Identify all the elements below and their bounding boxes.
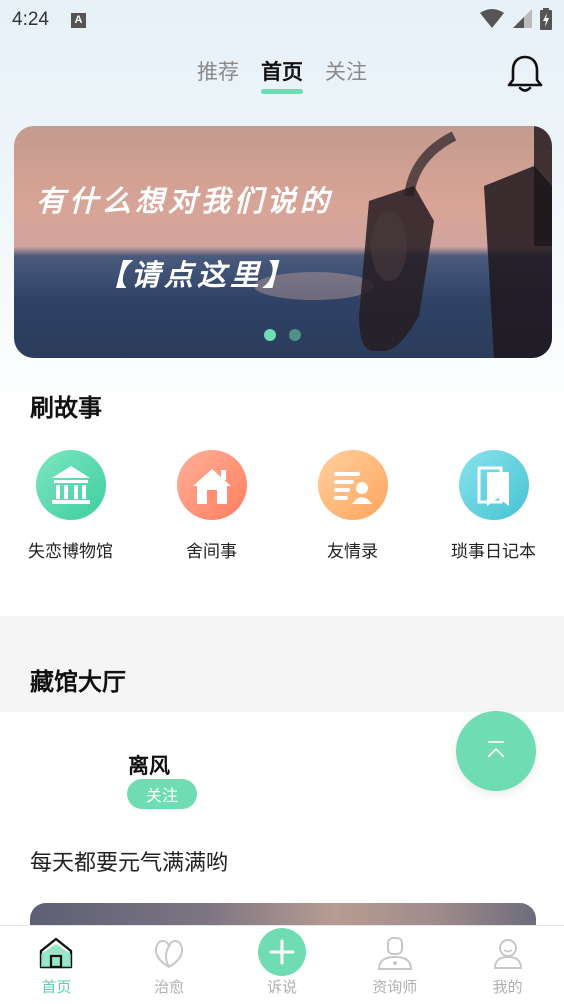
battery-icon xyxy=(540,8,552,30)
tab-bar-label: 首页 xyxy=(41,978,72,996)
house-icon xyxy=(176,450,247,520)
carousel-dot[interactable] xyxy=(289,329,301,341)
top-nav-tabs: 推荐 首页 关注 xyxy=(0,56,564,96)
tab-bar-profile[interactable]: 我的 xyxy=(451,926,564,1004)
notebook-icon xyxy=(458,450,529,520)
friend-card-icon xyxy=(317,450,388,520)
story-categories: 失恋博物馆 舍间事 友情录 琐事日记本 xyxy=(0,450,564,562)
museum-icon xyxy=(35,450,106,520)
wifi-icon xyxy=(480,9,504,28)
heal-icon xyxy=(155,940,184,969)
category-label: 舍间事 xyxy=(186,542,237,562)
carousel-dot-active[interactable] xyxy=(264,329,276,341)
follow-button[interactable]: 关注 xyxy=(127,779,197,809)
category-notebook[interactable]: 琐事日记本 xyxy=(423,450,564,562)
banner-headline: 有什么想对我们说的 xyxy=(36,184,334,218)
section-title-stories: 刷故事 xyxy=(30,394,102,422)
category-label: 琐事日记本 xyxy=(451,542,536,562)
tab-home[interactable]: 首页 xyxy=(261,56,303,94)
plus-icon xyxy=(257,928,306,976)
counselor-icon xyxy=(377,937,412,970)
category-house[interactable]: 舍间事 xyxy=(141,450,282,562)
status-icons xyxy=(480,8,552,30)
scroll-top-button[interactable] xyxy=(456,711,536,791)
scroll-top-icon xyxy=(487,741,505,758)
tab-bar-label: 诉说 xyxy=(266,978,297,996)
tab-recommend[interactable]: 推荐 xyxy=(197,56,239,94)
tab-bar-label: 治愈 xyxy=(154,978,185,996)
bell-icon[interactable] xyxy=(506,54,544,94)
banner-carousel[interactable]: 有什么想对我们说的 【请点这里】 xyxy=(14,126,552,358)
tab-bar-label: 我的 xyxy=(492,978,523,996)
category-museum[interactable]: 失恋博物馆 xyxy=(0,450,141,562)
notification-icon: A xyxy=(70,12,86,28)
status-bar: 4:24 A xyxy=(0,0,564,40)
home-icon xyxy=(40,937,73,969)
post-author[interactable]: 离风 xyxy=(128,750,170,780)
section-title-hall: 藏馆大厅 xyxy=(30,668,126,696)
tab-bar-tell[interactable]: 诉说 xyxy=(226,926,339,1004)
category-friendship[interactable]: 友情录 xyxy=(282,450,423,562)
tab-bar-counselor[interactable]: 资询师 xyxy=(338,926,451,1004)
signal-icon xyxy=(513,9,532,28)
status-time: 4:24 xyxy=(12,9,49,30)
category-label: 友情录 xyxy=(327,542,378,562)
tab-bar-label: 资询师 xyxy=(372,978,418,996)
category-label: 失恋博物馆 xyxy=(28,542,113,562)
banner-cta: 【请点这里】 xyxy=(98,258,297,292)
bottom-tab-bar: 首页 治愈 诉说 资询师 我的 xyxy=(0,925,564,1004)
lamp-illustration xyxy=(254,126,552,358)
carousel-indicator xyxy=(264,329,301,341)
post-text[interactable]: 每天都要元气满满哟 xyxy=(30,845,228,877)
tab-bar-home[interactable]: 首页 xyxy=(0,926,113,1004)
tab-follow[interactable]: 关注 xyxy=(325,56,367,94)
tab-bar-heal[interactable]: 治愈 xyxy=(113,926,226,1004)
profile-icon xyxy=(493,939,522,969)
